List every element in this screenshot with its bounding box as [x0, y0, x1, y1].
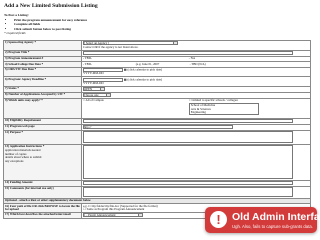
sponsor-calendar-hint: (click calendar to pick date) [127, 77, 163, 82]
calendar-icon[interactable]: ▦ [124, 68, 127, 72]
old-admin-badge: ! Old Admin Interface Ugh. Also, fails t… [205, 207, 320, 233]
all-campus-label: All of Campus [85, 98, 104, 103]
orsp-date-format: YYYY-MM-DD [83, 71, 104, 76]
sponsor-date-format: YYYY-MM-DD [83, 80, 104, 85]
app-instructions-bullet: any exceptions [5, 158, 24, 163]
announcement-value-1: - TBD- [83, 56, 92, 61]
announcement-value-2: - NA [188, 56, 196, 61]
funding-amount-input[interactable] [83, 181, 293, 186]
app-instructions-textarea[interactable] [83, 145, 293, 180]
badge-title: Old Admin Interface [232, 211, 320, 223]
required-note: * required fields [4, 31, 26, 36]
school-deadline-format: (e.g. June 01, 2007 [135, 61, 160, 66]
num-applications-select[interactable]: Choose one [83, 93, 111, 98]
program-title-input[interactable] [83, 51, 293, 56]
school-deadline-value: - TBD- [83, 61, 92, 66]
web-page-input[interactable]: http:// [83, 125, 233, 130]
purpose-textarea[interactable] [83, 131, 293, 144]
school-deadline-alt: - TBD (N/A) [189, 61, 206, 66]
instructions: To Post a Listing: Print the program ann… [4, 13, 204, 36]
instructions-list: Print the program announcement for easy … [4, 18, 204, 32]
same-as-label: Same as Program this Program Announcemen… [86, 207, 145, 212]
orsp-calendar-hint: (click calendar to pick date) [127, 67, 163, 72]
comments-label: 15) Comments (for internal use only) [3, 185, 82, 199]
attached-type-select[interactable]: 1 - Parent Announcement [83, 213, 143, 218]
sponsoring-agency-select[interactable]: [ Select an Agency ] [83, 41, 178, 46]
app-instructions-cell: 13) Application Instructions * applicati… [3, 143, 82, 181]
badge-subtitle: Ugh. Also, fails to capture sub-grants d… [232, 224, 313, 229]
same-as-checkbox[interactable]: ☐ [83, 207, 86, 211]
limited-label: Limited to specific schools / colleges: [191, 98, 239, 103]
sponsoring-agency-label: 1) Sponsoring Agency * [3, 40, 82, 51]
page-title: Add a New Limited Submission Listing [4, 3, 98, 9]
upload-label: 16) Four path of file OR click BROWSE to… [3, 203, 82, 214]
school-option[interactable]: Engineering [191, 111, 257, 115]
purpose-label: 12) Purpose * [3, 129, 82, 145]
attached-type-label: 17) Which best describes the attached le… [3, 212, 82, 220]
which-units-label: 9) Which units may apply? * [3, 98, 82, 120]
eligibility-input[interactable] [83, 119, 293, 124]
schools-listbox[interactable]: School of Medicine Arts & Sciences Engin… [188, 103, 259, 116]
alert-icon: ! [210, 211, 227, 228]
calendar-icon[interactable]: ▦ [124, 77, 127, 82]
listing-form: 1) Sponsoring Agency * [ Select an Agenc… [3, 40, 311, 220]
status-select[interactable]: OPEN [83, 87, 105, 92]
sponsor-deadline-label: 6) Program/ Agency Deadline * [3, 76, 82, 87]
orsp-due-label: 5) ORS/VW Due Date * [3, 66, 82, 78]
comments-textarea[interactable] [83, 187, 293, 198]
